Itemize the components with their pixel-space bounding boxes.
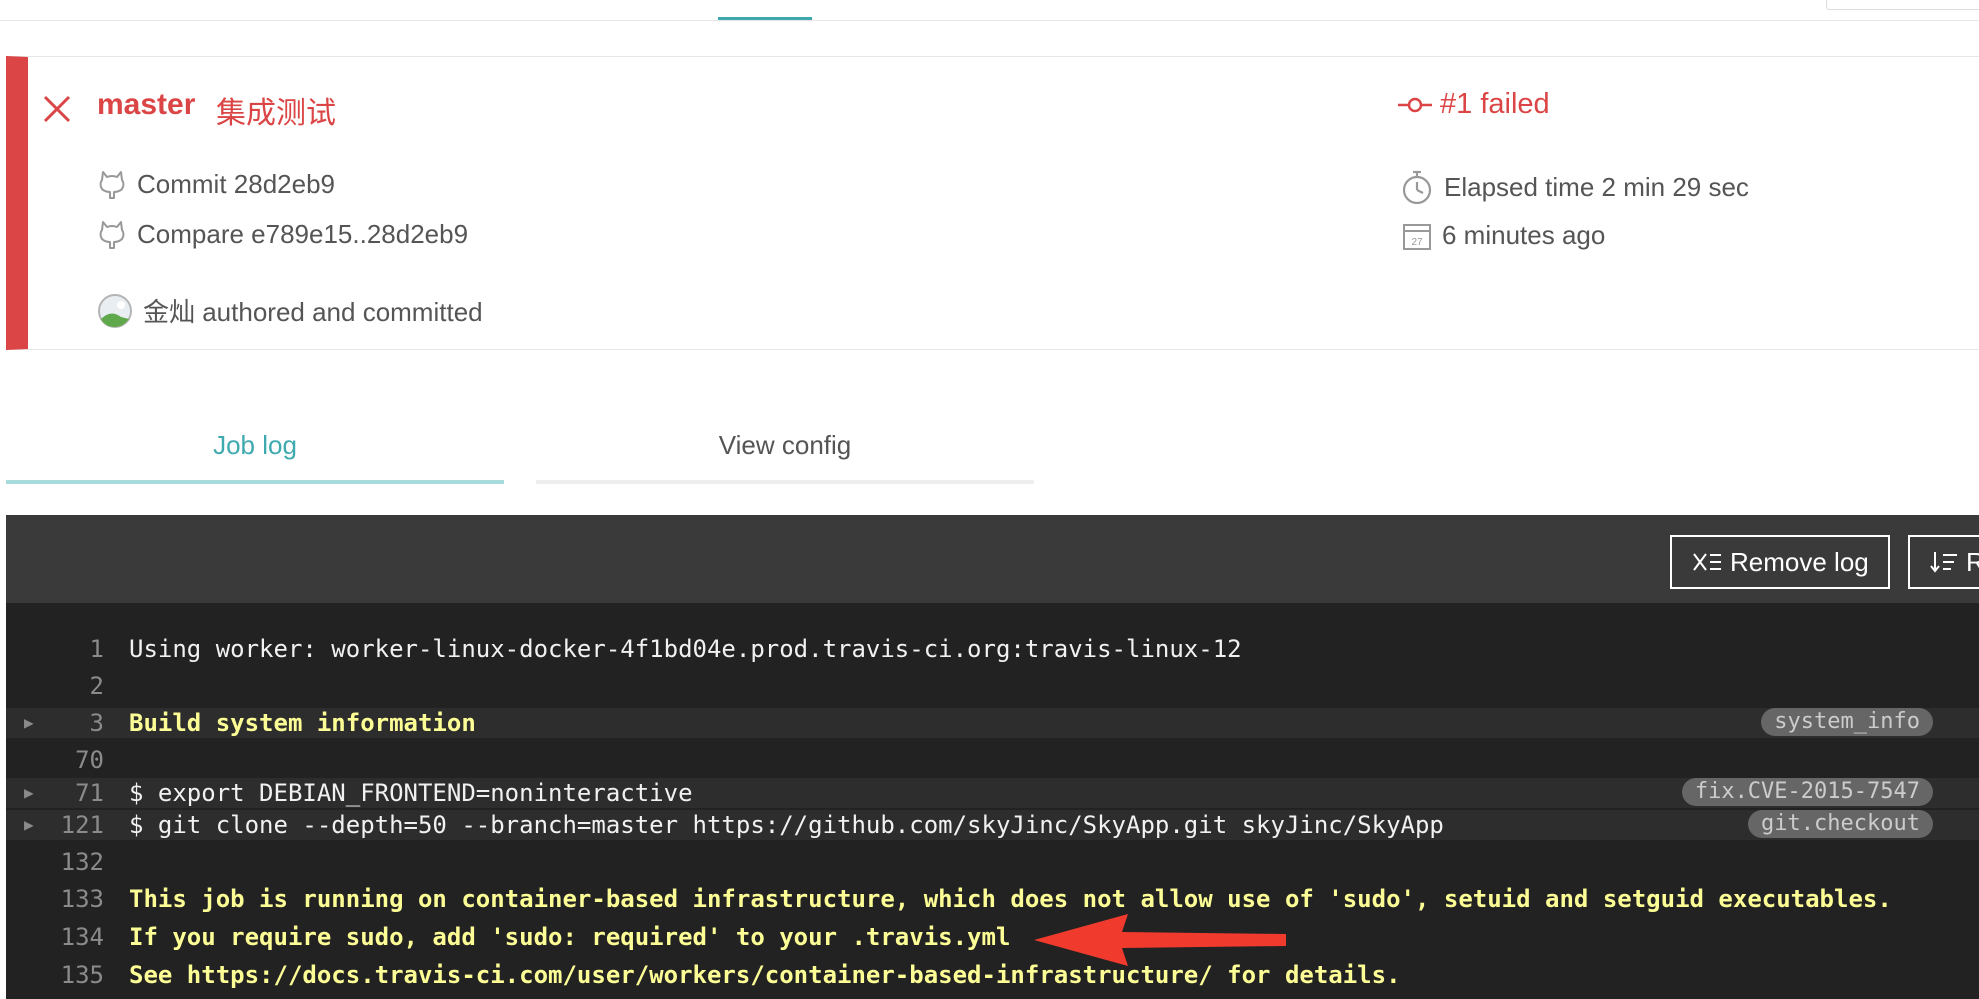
log-line: 134 If you require sudo, add 'sudo: requ… xyxy=(6,921,1979,953)
log-line: 1 Using worker: worker-linux-docker-4f1b… xyxy=(6,633,1979,665)
fold-tag: git.checkout xyxy=(1748,810,1933,838)
log-text: Build system information xyxy=(129,709,476,737)
log-line: 70 xyxy=(6,744,1979,776)
raw-log-icon xyxy=(1930,552,1957,573)
raw-log-button[interactable]: R xyxy=(1908,535,1979,589)
log-text: $ git clone --depth=50 --branch=master h… xyxy=(129,811,1444,839)
log-text: $ export DEBIAN_FRONTEND=noninteractive xyxy=(129,779,693,807)
failed-x-icon xyxy=(43,95,71,123)
fold-tag: fix.CVE-2015-7547 xyxy=(1681,778,1933,806)
calendar-icon: 27 xyxy=(1403,223,1431,250)
elapsed-time: Elapsed time 2 min 29 sec xyxy=(1444,171,1749,202)
log-line: 135 See https://docs.travis-ci.com/user/… xyxy=(6,959,1979,991)
compare-label: Compare e789e15..28d2eb9 xyxy=(137,218,469,249)
commit-node-icon xyxy=(1398,97,1432,112)
tab-view-config[interactable]: View config xyxy=(536,420,1034,484)
finished-ago: 6 minutes ago xyxy=(1442,220,1606,250)
author-label: 金灿 authored and committed xyxy=(143,297,483,327)
log-line: 132 xyxy=(6,846,1979,878)
log-text: Using worker: worker-linux-docker-4f1bd0… xyxy=(129,635,1242,663)
raw-log-label: R xyxy=(1966,547,1979,578)
log-text: This job is running on container-based i… xyxy=(129,885,1892,913)
line-number[interactable]: 70 xyxy=(6,744,104,776)
top-right-control[interactable] xyxy=(1826,0,1979,10)
line-number[interactable]: 134 xyxy=(6,921,104,953)
avatar xyxy=(98,293,132,328)
top-divider xyxy=(0,20,1979,21)
line-number[interactable]: 121 xyxy=(6,810,104,840)
job-log: 1 Using worker: worker-linux-docker-4f1b… xyxy=(6,603,1979,999)
log-line: 2 xyxy=(6,670,1979,702)
commit-row[interactable]: Commit 28d2eb9 xyxy=(97,168,335,200)
line-number[interactable]: 135 xyxy=(6,959,104,991)
log-fold-line[interactable]: ▶ 3 Build system information system_info xyxy=(6,708,1979,738)
branch-name-link[interactable]: master xyxy=(97,88,195,122)
line-number[interactable]: 1 xyxy=(6,633,104,665)
finished-row: 27 6 minutes ago xyxy=(1402,220,1605,251)
remove-log-icon xyxy=(1693,553,1721,571)
top-tab-active-indicator xyxy=(718,17,812,20)
fold-tag: system_info xyxy=(1761,708,1933,736)
github-icon xyxy=(99,221,125,249)
line-number[interactable]: 133 xyxy=(6,883,104,915)
build-status-label: #1 failed xyxy=(1440,88,1550,120)
compare-row[interactable]: Compare e789e15..28d2eb9 xyxy=(97,218,468,250)
line-number[interactable]: 3 xyxy=(6,708,104,738)
log-fold-line[interactable]: ▶ 121 $ git clone --depth=50 --branch=ma… xyxy=(6,810,1979,840)
log-fold-line[interactable]: ▶ 71 $ export DEBIAN_FRONTEND=noninterac… xyxy=(6,778,1979,808)
svg-text:27: 27 xyxy=(1411,237,1423,248)
commit-label: Commit 28d2eb9 xyxy=(137,168,335,199)
tab-job-log[interactable]: Job log xyxy=(6,420,504,484)
build-status[interactable]: #1 failed xyxy=(1398,88,1550,121)
remove-log-label: Remove log xyxy=(1730,546,1869,577)
remove-log-button[interactable]: Remove log xyxy=(1670,535,1890,589)
github-icon xyxy=(99,171,125,199)
elapsed-row: Elapsed time 2 min 29 sec xyxy=(1400,168,1749,206)
line-number[interactable]: 2 xyxy=(6,670,104,702)
stopwatch-icon xyxy=(1402,170,1432,205)
log-line: 133 This job is running on container-bas… xyxy=(6,883,1979,915)
log-text: If you require sudo, add 'sudo: required… xyxy=(129,923,1011,951)
annotation-arrow xyxy=(1034,914,1286,966)
commit-message: 集成测试 xyxy=(216,96,336,131)
line-number[interactable]: 71 xyxy=(6,778,104,808)
line-number[interactable]: 132 xyxy=(6,846,104,878)
author-row: 金灿 authored and committed xyxy=(97,292,483,329)
